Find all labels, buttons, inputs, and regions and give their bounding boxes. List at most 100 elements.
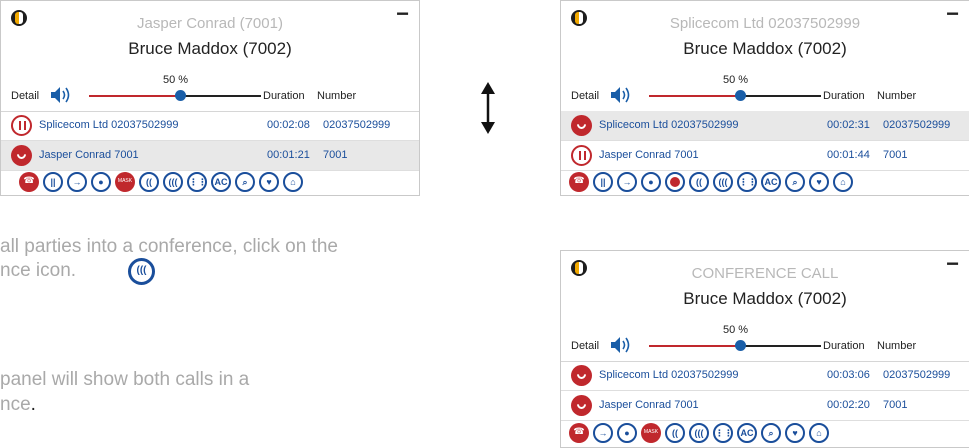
call-row[interactable]: Jasper Conrad 7001 00:02:20 7001 (561, 391, 969, 421)
ac-icon[interactable]: AC (211, 172, 231, 192)
favorite-icon[interactable]: ♥ (809, 172, 829, 192)
conference-3-icon[interactable]: ((( (689, 423, 709, 443)
volume-slider-knob[interactable] (735, 340, 746, 351)
conf3-glyph: ((( (168, 177, 178, 187)
volume-percent: 50 % (723, 324, 749, 336)
active-call-icon (571, 365, 592, 386)
conf3-glyph: ((( (694, 428, 704, 438)
home-icon[interactable]: ⌂ (809, 423, 829, 443)
volume-track[interactable] (741, 95, 821, 97)
detail-link[interactable]: Detail (11, 90, 39, 102)
record-icon[interactable]: ● (617, 423, 637, 443)
search-icon[interactable]: ⌕ (235, 172, 255, 192)
hold-icon[interactable]: || (43, 172, 63, 192)
conf3-glyph: ((( (718, 177, 728, 187)
conference-2-icon[interactable]: (( (689, 172, 709, 192)
conference-icon-large: ((( (128, 258, 155, 285)
keypad-icon[interactable]: ⋮⋮ (713, 423, 733, 443)
favorite-icon[interactable]: ♥ (785, 423, 805, 443)
ac-icon[interactable]: AC (737, 423, 757, 443)
mask-icon[interactable]: MASK (641, 423, 661, 443)
hold-status-icon (571, 145, 592, 166)
column-header-duration: Duration (263, 90, 305, 102)
speaker-icon[interactable] (49, 86, 75, 104)
call-row[interactable]: Jasper Conrad 7001 00:01:44 7001 (561, 141, 969, 171)
panel-header-caller: Splicecom Ltd 02037502999 (669, 15, 861, 32)
minimize-button[interactable]: − (946, 3, 959, 25)
call-row[interactable]: Splicecom Ltd 02037502999 00:03:06 02037… (561, 361, 969, 391)
ac-label: AC (740, 428, 754, 438)
column-header-duration: Duration (823, 90, 865, 102)
record-red-icon[interactable] (665, 172, 685, 192)
volume-slider-knob[interactable] (175, 90, 186, 101)
hangup-icon[interactable]: ☎ (569, 172, 589, 192)
call-number: 7001 (323, 149, 348, 161)
detail-link[interactable]: Detail (571, 340, 599, 352)
minimize-button[interactable]: − (396, 3, 409, 25)
call-duration: 00:01:44 (827, 149, 870, 161)
conf-big-glyph: ((( (136, 265, 147, 276)
panel-header-user: Bruce Maddox (7002) (128, 39, 292, 58)
detail-link[interactable]: Detail (571, 90, 599, 102)
call-panel-1: Jasper Conrad (7001) Bruce Maddox (7002)… (0, 0, 420, 196)
ac-label: AC (764, 177, 778, 187)
volume-track[interactable] (741, 345, 821, 347)
call-duration: 00:03:06 (827, 369, 870, 381)
call-name: Jasper Conrad 7001 (599, 399, 699, 411)
volume-slider-knob[interactable] (735, 90, 746, 101)
mask-icon[interactable]: MASK (115, 172, 135, 192)
call-duration: 00:02:08 (267, 119, 310, 131)
call-duration: 00:02:31 (827, 119, 870, 131)
active-call-icon (571, 115, 592, 136)
minimize-button[interactable]: − (946, 253, 959, 275)
column-header-duration: Duration (823, 340, 865, 352)
transfer-icon[interactable]: → (593, 423, 613, 443)
ac-icon[interactable]: AC (761, 172, 781, 192)
search-icon[interactable]: ⌕ (785, 172, 805, 192)
hold-icon[interactable]: || (593, 172, 613, 192)
record-icon[interactable]: ● (641, 172, 661, 192)
call-row[interactable]: Splicecom Ltd 02037502999 00:02:31 02037… (561, 111, 969, 141)
call-name: Splicecom Ltd 02037502999 (599, 119, 739, 131)
conf2-glyph: (( (672, 428, 678, 438)
column-header-number: Number (877, 340, 917, 352)
conference-3-icon[interactable]: ((( (713, 172, 733, 192)
hangup-icon[interactable]: ☎ (19, 172, 39, 192)
column-header-number: Number (877, 90, 917, 102)
hangup-icon[interactable]: ☎ (569, 423, 589, 443)
speaker-icon[interactable] (609, 86, 635, 104)
mask-label: MASK (117, 178, 133, 184)
call-row[interactable]: Splicecom Ltd 02037502999 00:02:08 02037… (1, 111, 419, 141)
mask-label: MASK (643, 429, 659, 435)
keypad-icon[interactable]: ⋮⋮ (737, 172, 757, 192)
call-number: 02037502999 (883, 119, 951, 131)
home-icon[interactable]: ⌂ (283, 172, 303, 192)
call-row[interactable]: Jasper Conrad 7001 00:01:21 7001 (1, 141, 419, 171)
call-panel-2: Splicecom Ltd 02037502999 Bruce Maddox (… (560, 0, 969, 196)
volume-track[interactable] (181, 95, 261, 97)
instruction-line-1: all parties into a conference, click on … (0, 236, 338, 257)
transfer-icon[interactable]: → (67, 172, 87, 192)
call-number: 02037502999 (883, 369, 951, 381)
instruction-line-4: nce. (0, 394, 36, 416)
hold-status-icon (11, 115, 32, 136)
volume-row: Detail 50 % Duration Number (561, 321, 969, 362)
favorite-icon[interactable]: ♥ (259, 172, 279, 192)
instruction-line-4-end: . (30, 394, 36, 415)
call-name: Jasper Conrad 7001 (39, 149, 139, 161)
volume-track-filled (649, 345, 741, 347)
ac-label: AC (214, 177, 228, 187)
home-icon[interactable]: ⌂ (833, 172, 853, 192)
conf2-glyph: (( (696, 177, 702, 187)
conference-2-icon[interactable]: (( (139, 172, 159, 192)
instruction-line-3: panel will show both calls in a (0, 369, 250, 390)
conference-2-icon[interactable]: (( (665, 423, 685, 443)
speaker-icon[interactable] (609, 336, 635, 354)
search-icon[interactable]: ⌕ (761, 423, 781, 443)
record-icon[interactable]: ● (91, 172, 111, 192)
conf2-glyph: (( (146, 177, 152, 187)
transfer-icon[interactable]: → (617, 172, 637, 192)
conference-3-icon[interactable]: ((( (163, 172, 183, 192)
keypad-icon[interactable]: ⋮⋮ (187, 172, 207, 192)
call-number: 7001 (883, 149, 908, 161)
